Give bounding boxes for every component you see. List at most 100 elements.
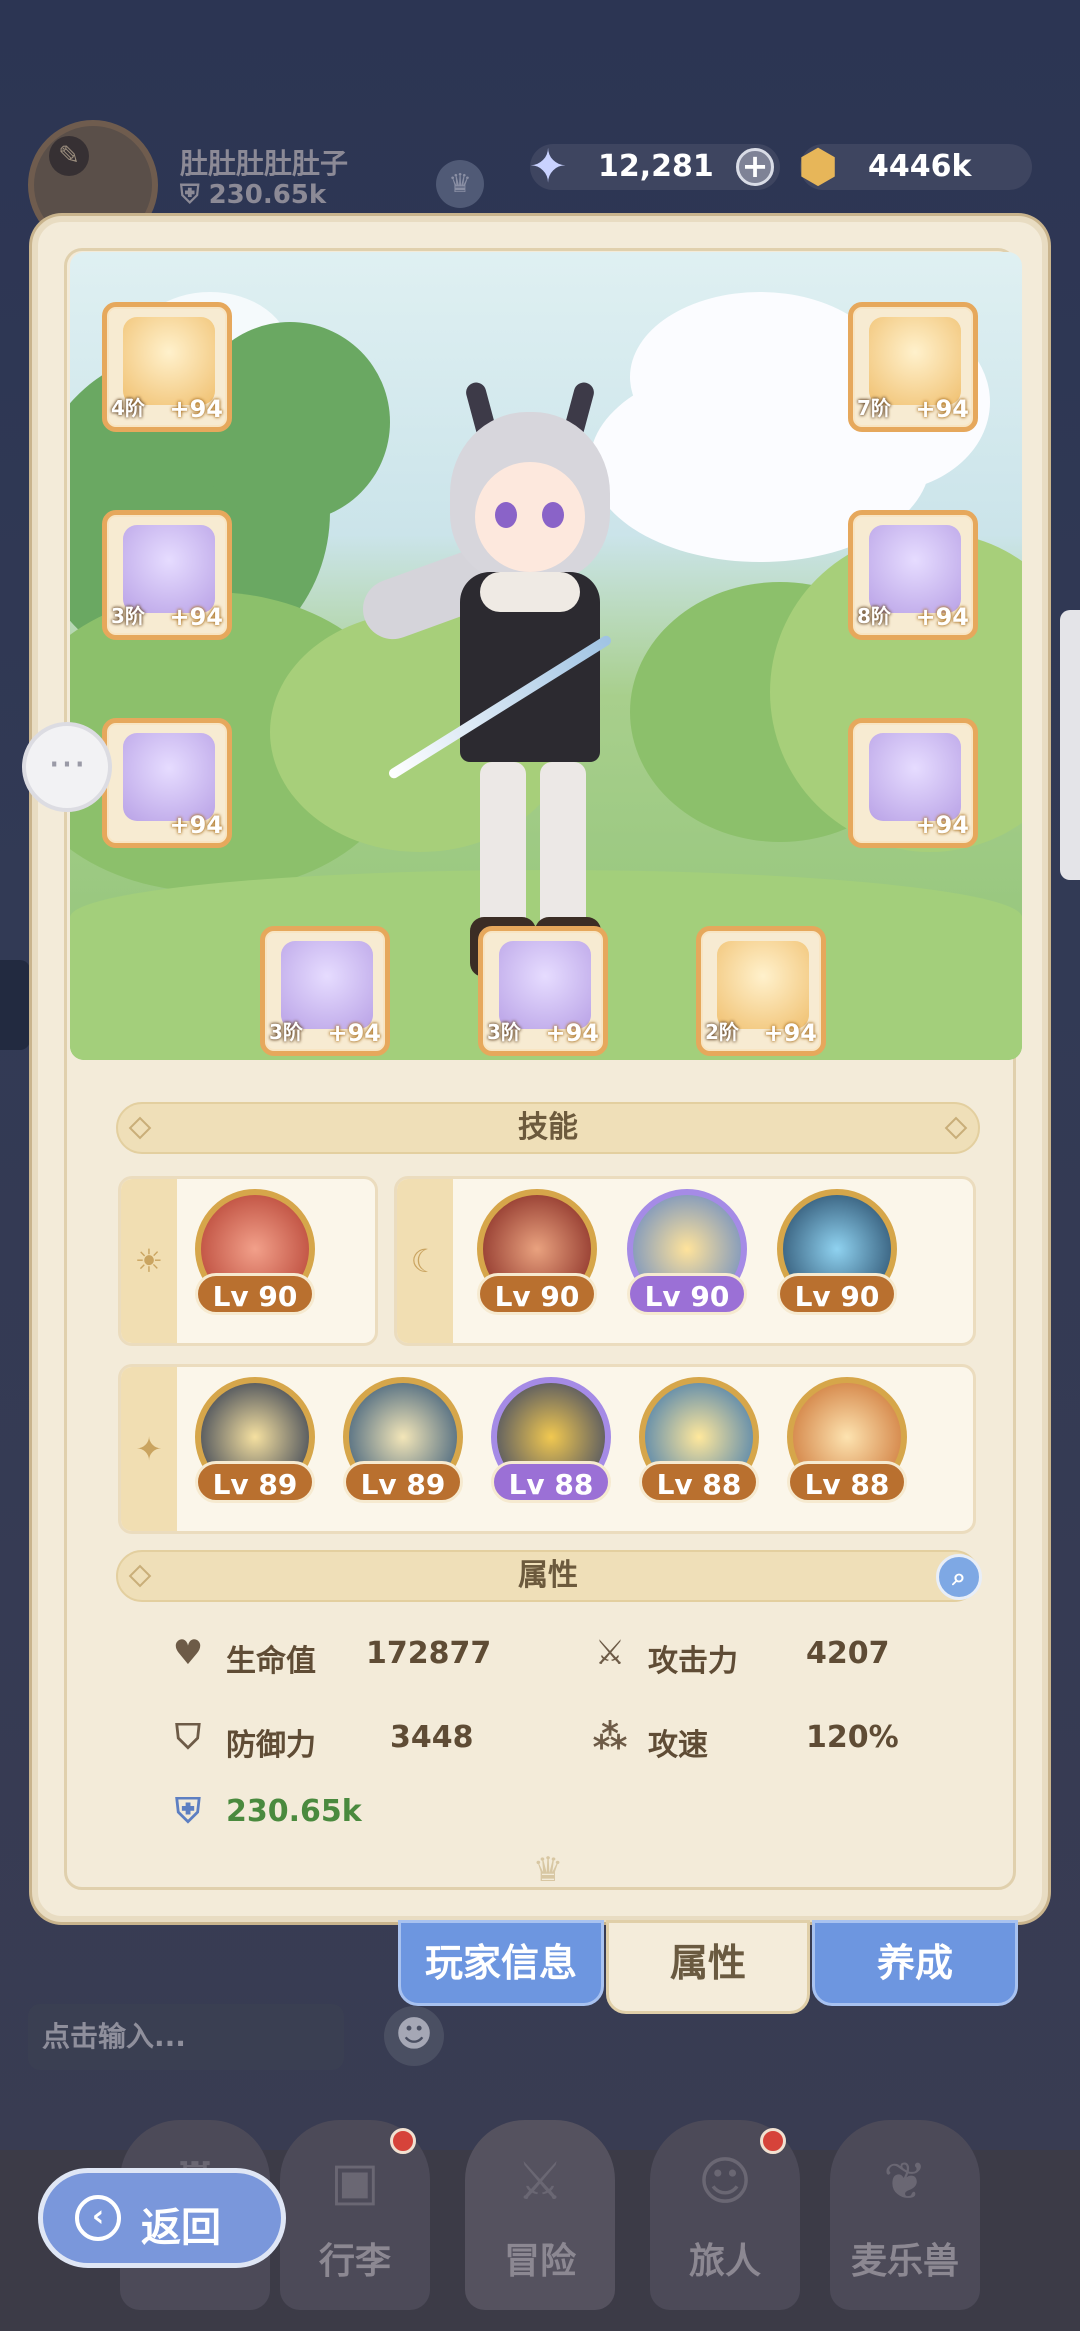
gem-amount: 12,281: [598, 149, 714, 184]
skill-level: Lv 90: [777, 1273, 897, 1315]
add-gems-button[interactable]: +: [736, 148, 774, 186]
equip-slot-weapon[interactable]: 4阶 +94: [102, 302, 232, 432]
tab-attributes[interactable]: 属性: [606, 1920, 810, 2014]
crossed-swords-icon: ⚔: [594, 1633, 626, 1673]
crossed-swords-icon: ⚔: [516, 2152, 564, 2212]
equip-enhance: +94: [915, 811, 969, 839]
skill-group-sun: ☀ Lv 90: [118, 1176, 378, 1346]
character-collar: [480, 572, 580, 612]
bag-icon: ▣: [330, 2152, 380, 2212]
nav-traveler[interactable]: ☺ 旅人: [650, 2120, 800, 2310]
equip-slot-pants[interactable]: +94: [102, 718, 232, 848]
skill-star-4[interactable]: Lv 88: [635, 1377, 763, 1505]
traveler-portrait-icon: ☺: [697, 2152, 753, 2212]
attributes-header: 属性 ⌕: [116, 1550, 982, 1602]
nav-label: 行李: [318, 2241, 391, 2282]
equip-enhance: +94: [169, 395, 223, 423]
equip-slot-charm[interactable]: 2阶 +94: [696, 926, 826, 1056]
leg-right: [540, 762, 586, 932]
emoji-icon[interactable]: ☻: [384, 2006, 444, 2066]
player-name: 肚肚肚肚肚子: [180, 147, 349, 180]
skill-level: Lv 88: [787, 1461, 907, 1503]
skill-star-5[interactable]: Lv 88: [783, 1377, 911, 1505]
gold-counter: ⬢ 4446k: [798, 139, 1032, 193]
side-expand-tab[interactable]: [0, 960, 30, 1050]
stat-name: 攻击力: [648, 1644, 738, 1679]
skill-level: Lv 90: [195, 1273, 315, 1315]
skill-moon-3[interactable]: Lv 90: [773, 1189, 901, 1317]
equip-slot-gloves[interactable]: 8阶 +94: [848, 510, 978, 640]
gold-coin-icon: ⬢: [797, 139, 839, 193]
notification-dot: [760, 2128, 786, 2154]
tab-develop[interactable]: 养成: [812, 1920, 1018, 2006]
stat-defense: ⛉ 防御力 3448: [166, 1716, 486, 1763]
rank-icon[interactable]: ♛: [436, 160, 484, 208]
notification-dot: [390, 2128, 416, 2154]
power-shield-icon: ⛨: [175, 1791, 201, 1831]
skills-title: 技能: [518, 1110, 578, 1145]
skill-level: Lv 90: [627, 1273, 747, 1315]
skill-level: Lv 90: [477, 1273, 597, 1315]
cat-face-icon: ❦: [883, 2152, 927, 2212]
skill-star-3[interactable]: Lv 88: [487, 1377, 615, 1505]
skill-sun-1[interactable]: Lv 90: [191, 1189, 319, 1317]
diamond-ornament-icon: [944, 1116, 968, 1140]
back-button[interactable]: ‹ 返回: [38, 2168, 286, 2268]
stat-name: 生命值: [226, 1644, 316, 1679]
gem-counter: ✦ 12,281 +: [529, 139, 780, 193]
character-face: [475, 462, 585, 572]
stat-attack: ⚔ 攻击力 4207: [588, 1632, 948, 1679]
equip-enhance: +94: [169, 603, 223, 631]
equip-slot-necklace[interactable]: 3阶 +94: [478, 926, 608, 1056]
equip-tier: 3阶: [111, 604, 145, 628]
back-arrow-icon: ‹: [75, 2195, 121, 2241]
nav-label: 麦乐兽: [850, 2241, 959, 2282]
equip-tier: 8阶: [857, 604, 891, 628]
chat-input[interactable]: 点击输入...: [28, 2004, 344, 2070]
stat-value: 3448: [390, 1720, 474, 1755]
moon-icon: ☾: [397, 1179, 453, 1343]
heart-icon: ♥: [172, 1633, 204, 1673]
player-power-value: 230.65k: [208, 180, 327, 210]
equip-enhance: +94: [327, 1019, 381, 1047]
chat-bubble-button[interactable]: ···: [22, 722, 112, 812]
tab-player-info[interactable]: 玩家信息: [398, 1920, 604, 2006]
shield-icon: ⛉: [175, 1717, 201, 1757]
skill-star-1[interactable]: Lv 89: [191, 1377, 319, 1505]
skills-header: 技能: [116, 1102, 980, 1154]
skill-star-2[interactable]: Lv 89: [339, 1377, 467, 1505]
stat-name: 攻速: [648, 1728, 708, 1763]
player-power: ⛨ 230.65k: [180, 180, 327, 210]
equip-slot-ring[interactable]: 3阶 +94: [260, 926, 390, 1056]
equip-tier: 4阶: [111, 396, 145, 420]
nav-adventure[interactable]: ⚔ 冒险: [465, 2120, 615, 2310]
nav-label: 旅人: [688, 2241, 761, 2282]
equip-tier: 2阶: [705, 1020, 739, 1044]
equip-slot-helmet[interactable]: 7阶 +94: [848, 302, 978, 432]
equip-enhance: +94: [763, 1019, 817, 1047]
eye-left: [495, 502, 517, 528]
equip-slot-chest[interactable]: 3阶 +94: [102, 510, 232, 640]
equip-slot-boots[interactable]: +94: [848, 718, 978, 848]
skill-group-star: ✦ Lv 89 Lv 89 Lv 88 Lv 88 Lv 88: [118, 1364, 976, 1534]
stat-value: 120%: [806, 1720, 899, 1755]
skill-moon-2[interactable]: Lv 90: [623, 1189, 751, 1317]
diamond-ornament-icon: [128, 1116, 152, 1140]
skill-moon-1[interactable]: Lv 90: [473, 1189, 601, 1317]
side-edge-handle[interactable]: [1060, 610, 1080, 880]
crown-ornament-icon: ♛: [532, 1850, 564, 1890]
skill-level: Lv 88: [491, 1461, 611, 1503]
eye-right: [542, 502, 564, 528]
edit-icon: ✎: [49, 136, 89, 176]
attributes-title: 属性: [518, 1558, 578, 1593]
search-attributes-button[interactable]: ⌕: [936, 1554, 982, 1600]
nav-pets[interactable]: ❦ 麦乐兽: [830, 2120, 980, 2310]
speed-nodes-icon: ⁂: [592, 1717, 628, 1757]
skill-level: Lv 89: [195, 1461, 315, 1503]
boots-icon: [869, 733, 961, 821]
character-sprite[interactable]: [330, 372, 750, 992]
gold-amount: 4446k: [868, 149, 972, 184]
stat-hp: ♥ 生命值 172877: [166, 1632, 492, 1679]
nav-bag[interactable]: ▣ 行李: [280, 2120, 430, 2310]
sparkle-icon: ✦: [121, 1367, 177, 1531]
